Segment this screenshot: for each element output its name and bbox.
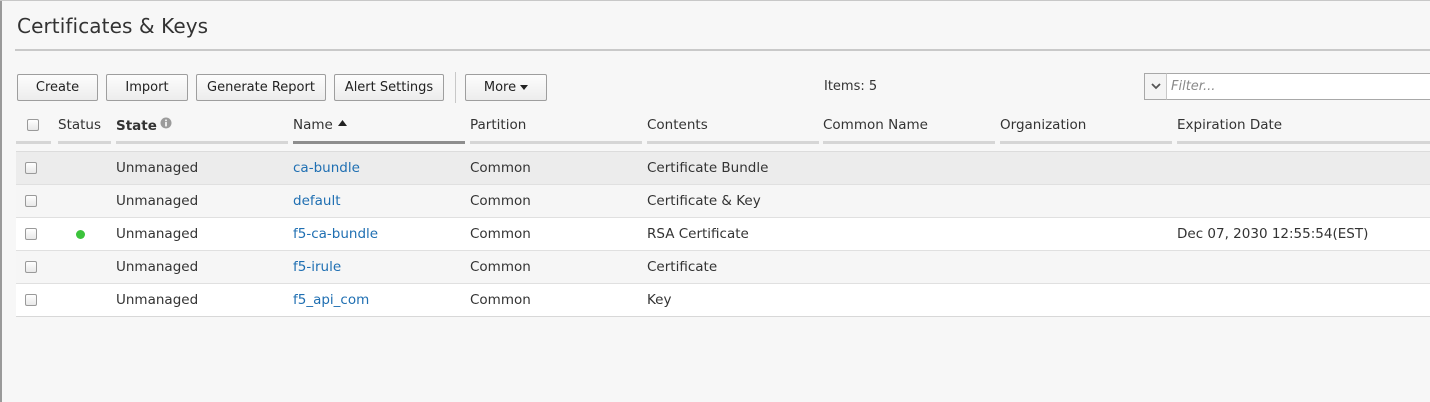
row-state: Unmanaged (116, 259, 199, 275)
items-count: Items: 5 (824, 79, 878, 94)
table-row[interactable]: Unmanaged f5-ca-bundle Common RSA Certif… (16, 218, 1430, 251)
row-partition: Common (470, 259, 531, 275)
row-name-link[interactable]: default (293, 193, 341, 209)
row-contents: Key (647, 292, 672, 308)
sort-ascending-icon (338, 120, 348, 126)
row-contents: Certificate & Key (647, 193, 761, 209)
page-title: Certificates & Keys (17, 14, 209, 38)
create-button[interactable]: Create (17, 74, 98, 101)
window-top-edge (0, 0, 1430, 1)
organization-column-underline (1000, 141, 1172, 144)
column-header-contents[interactable]: Contents (647, 117, 708, 133)
checkbox-column-underline (16, 141, 51, 144)
row-name-link[interactable]: f5-ca-bundle (293, 226, 378, 242)
row-contents: RSA Certificate (647, 226, 749, 242)
table-row[interactable]: Unmanaged default Common Certificate & K… (16, 185, 1430, 218)
import-button[interactable]: Import (106, 74, 188, 101)
state-column-underline (116, 141, 288, 144)
row-name-link[interactable]: ca-bundle (293, 160, 360, 176)
row-contents: Certificate Bundle (647, 160, 769, 176)
common-name-column-underline (823, 141, 995, 144)
table-row[interactable]: Unmanaged ca-bundle Common Certificate B… (16, 152, 1430, 185)
row-checkbox[interactable] (25, 294, 37, 306)
alert-settings-button[interactable]: Alert Settings (334, 74, 444, 101)
window-left-edge (0, 0, 2, 402)
partition-column-underline (470, 141, 642, 144)
row-partition: Common (470, 160, 531, 176)
column-header-status[interactable]: Status (58, 117, 101, 133)
table-bottom-border (16, 316, 1430, 317)
row-contents: Certificate (647, 259, 718, 275)
row-state: Unmanaged (116, 160, 199, 176)
more-button-label: More (483, 80, 517, 95)
caret-down-icon (520, 85, 529, 90)
state-header-label: State (116, 118, 157, 134)
status-available-icon (76, 230, 85, 239)
row-state: Unmanaged (116, 193, 199, 209)
row-partition: Common (470, 226, 531, 242)
generate-report-button[interactable]: Generate Report (196, 74, 326, 101)
column-header-common-name[interactable]: Common Name (823, 117, 928, 133)
more-button[interactable]: More (465, 74, 547, 101)
table-row[interactable]: Unmanaged f5-irule Common Certificate (16, 251, 1430, 284)
column-header-name[interactable]: Name (293, 117, 348, 133)
toolbar-separator (455, 72, 456, 103)
row-partition: Common (470, 193, 531, 209)
row-partition: Common (470, 292, 531, 308)
select-all-checkbox[interactable] (27, 119, 39, 131)
row-expiration-date: Dec 07, 2030 12:55:54(EST) (1177, 226, 1369, 242)
name-column-underline (293, 141, 465, 144)
row-name-link[interactable]: f5_api_com (293, 292, 369, 308)
expiration-date-column-underline (1177, 141, 1430, 144)
row-checkbox[interactable] (25, 261, 37, 273)
column-header-expiration-date[interactable]: Expiration Date (1177, 117, 1282, 133)
filter-dropdown-button[interactable] (1144, 73, 1167, 100)
column-header-organization[interactable]: Organization (1000, 117, 1086, 133)
status-column-underline (58, 141, 111, 144)
column-header-state[interactable]: State (116, 117, 172, 134)
column-header-partition[interactable]: Partition (470, 117, 526, 133)
row-checkbox[interactable] (25, 195, 37, 207)
row-checkbox[interactable] (25, 228, 37, 240)
name-header-label: Name (293, 117, 333, 133)
title-divider (15, 49, 1430, 51)
row-name-link[interactable]: f5-irule (293, 259, 341, 275)
row-checkbox[interactable] (25, 162, 37, 174)
filter-input[interactable] (1166, 73, 1430, 100)
contents-column-underline (647, 141, 819, 144)
chevron-down-icon (1150, 83, 1161, 90)
table-row[interactable]: Unmanaged f5_api_com Common Key (16, 284, 1430, 317)
row-state: Unmanaged (116, 292, 199, 308)
info-icon[interactable] (160, 117, 172, 129)
row-state: Unmanaged (116, 226, 199, 242)
